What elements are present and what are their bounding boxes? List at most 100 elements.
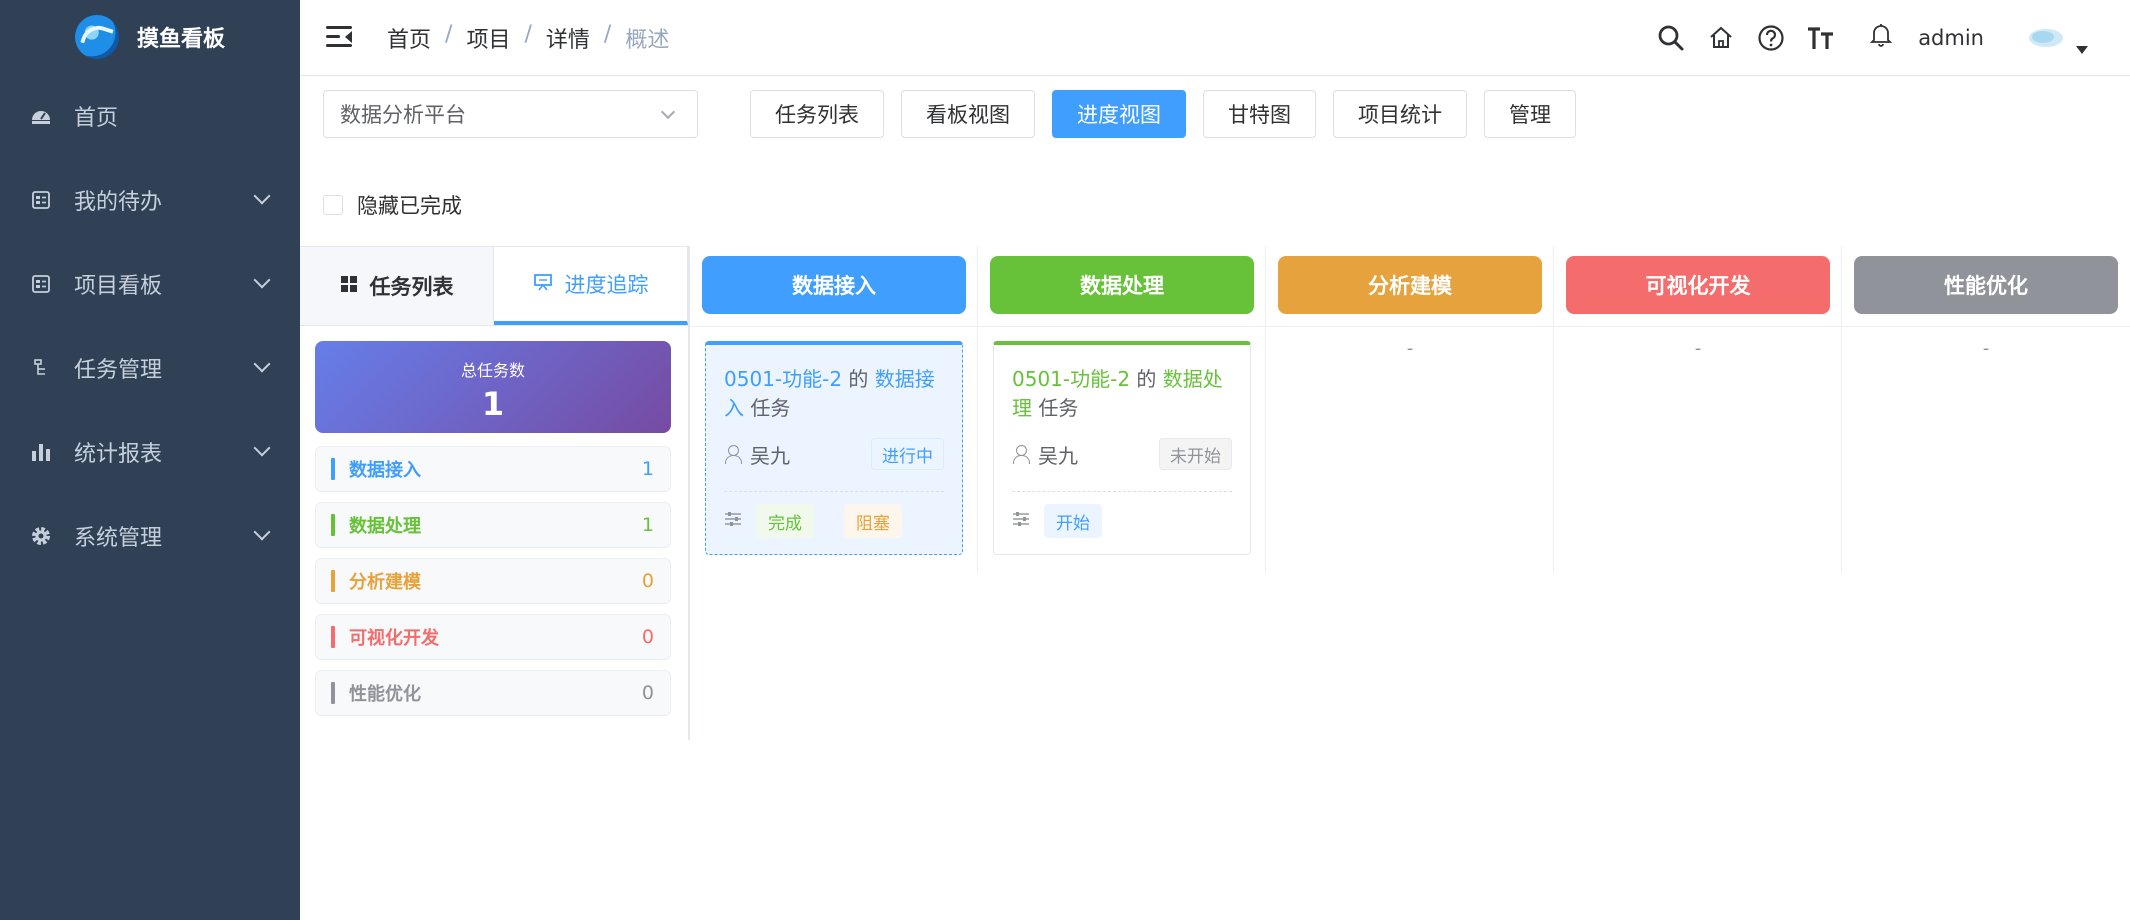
task-actions: 完成 阻塞 [724, 491, 944, 538]
task-card[interactable]: 0501-功能-2 的 数据接入 任务 吴九 进行中 完成 阻塞 [705, 341, 963, 555]
font-size-icon[interactable] [1806, 23, 1836, 53]
chevron-down-icon [660, 104, 676, 120]
bell-icon[interactable] [1866, 20, 1896, 50]
total-tasks-card: 总任务数 1 [315, 341, 671, 433]
gantt-button[interactable]: 甘特图 [1203, 90, 1316, 138]
sidebar-item-todo[interactable]: 我的待办 [0, 158, 300, 242]
project-stats-button[interactable]: 项目统计 [1333, 90, 1467, 138]
stage-count: 0 [641, 682, 654, 704]
home-icon[interactable] [1706, 23, 1736, 53]
chevron-down-icon [253, 439, 271, 457]
board-column-data-processing: 数据处理 0501-功能-2 的 数据处理 任务 吴九 未开始 开始 [978, 246, 1266, 572]
complete-button[interactable]: 完成 [756, 504, 814, 538]
stage-count: 1 [641, 514, 654, 536]
stage-row-modeling[interactable]: 分析建模 0 [315, 558, 671, 604]
stage-count: 0 [641, 570, 654, 592]
breadcrumb-home[interactable]: 首页 [387, 22, 431, 54]
board-column-data-ingest: 数据接入 0501-功能-2 的 数据接入 任务 吴九 进行中 完成 阻塞 [690, 246, 978, 572]
board-column-performance: 性能优化 - [1842, 246, 2130, 572]
progress-view-button[interactable]: 进度视图 [1052, 90, 1186, 138]
task-title: 0501-功能-2 的 数据处理 任务 [1012, 365, 1232, 423]
username[interactable]: admin [1918, 26, 1984, 50]
top-header: 首页 / 项目 / 详情 / 概述 admin [300, 0, 2130, 76]
column-header: 数据处理 [990, 256, 1254, 314]
stage-name: 数据接入 [349, 460, 421, 481]
board-icon [30, 273, 52, 295]
task-list-button[interactable]: 任务列表 [750, 90, 884, 138]
collapse-menu-icon[interactable] [326, 26, 352, 48]
stage-name: 可视化开发 [349, 628, 439, 649]
logo[interactable]: 摸鱼看板 [0, 0, 300, 74]
task-card[interactable]: 0501-功能-2 的 数据处理 任务 吴九 未开始 开始 [993, 341, 1251, 555]
help-icon[interactable] [1756, 23, 1786, 53]
stage-row-data-processing[interactable]: 数据处理 1 [315, 502, 671, 548]
task-assignee: 吴九 [1038, 443, 1078, 468]
total-tasks-value: 1 [481, 385, 505, 423]
stage-color-bar [331, 682, 335, 704]
user-icon [1012, 445, 1030, 464]
stage-color-bar [331, 458, 335, 480]
task-title: 0501-功能-2 的 数据接入 任务 [724, 365, 944, 423]
sidebar-item-reports[interactable]: 统计报表 [0, 410, 300, 494]
hide-completed-label: 隐藏已完成 [357, 194, 462, 218]
sidebar-item-label: 统计报表 [74, 442, 163, 467]
breadcrumb-separator: / [524, 22, 532, 47]
todo-icon [30, 189, 52, 211]
search-icon[interactable] [1656, 23, 1686, 53]
task-meta: 吴九 进行中 [724, 437, 944, 471]
sliders-icon[interactable] [1012, 511, 1030, 531]
stage-count: 0 [641, 626, 654, 648]
project-select-value: 数据分析平台 [340, 103, 466, 127]
board-column-modeling: 分析建模 - [1266, 246, 1554, 572]
header-actions: admin [1656, 0, 2130, 76]
tab-task-list[interactable]: 任务列表 [300, 247, 494, 325]
fish-logo-icon [74, 15, 119, 59]
stage-count: 1 [641, 458, 654, 480]
tab-label: 进度追踪 [564, 273, 649, 297]
manage-button[interactable]: 管理 [1484, 90, 1576, 138]
task-assignee: 吴九 [750, 443, 790, 468]
total-tasks-label: 总任务数 [460, 361, 525, 380]
sidebar-item-project-board[interactable]: 项目看板 [0, 242, 300, 326]
stage-color-bar [331, 626, 335, 648]
toolbar: 数据分析平台 任务列表 看板视图 进度视图 甘特图 项目统计 管理 隐藏已完成 [300, 76, 2130, 246]
tab-progress-tracking[interactable]: 进度追踪 [494, 247, 688, 325]
hide-completed-toggle[interactable]: 隐藏已完成 [323, 190, 462, 220]
view-buttons: 任务列表 看板视图 进度视图 甘特图 项目统计 管理 [750, 90, 1576, 138]
task-meta: 吴九 未开始 [1012, 437, 1232, 471]
status-badge: 进行中 [871, 438, 944, 470]
breadcrumb-project[interactable]: 项目 [466, 22, 510, 54]
breadcrumb-separator: / [445, 22, 453, 47]
sidebar-item-task-management[interactable]: 任务管理 [0, 326, 300, 410]
sidebar-item-home[interactable]: 首页 [0, 74, 300, 158]
stage-row-performance[interactable]: 性能优化 0 [315, 670, 671, 716]
breadcrumb-separator: / [603, 22, 612, 47]
sliders-icon[interactable] [724, 511, 742, 531]
stage-name: 分析建模 [349, 572, 421, 593]
board-view-button[interactable]: 看板视图 [901, 90, 1035, 138]
empty-placeholder: - [1406, 338, 1414, 359]
chevron-down-icon [253, 271, 271, 289]
breadcrumb-detail[interactable]: 详情 [546, 22, 590, 54]
block-button[interactable]: 阻塞 [844, 504, 902, 538]
empty-placeholder: - [1982, 338, 1990, 359]
tab-label: 任务列表 [369, 275, 454, 299]
task-name-link[interactable]: 0501-功能-2 [1012, 367, 1130, 391]
sidebar-item-label: 项目看板 [74, 274, 163, 299]
gear-icon [30, 525, 52, 547]
presentation-icon [533, 272, 553, 297]
sidebar-item-system[interactable]: 系统管理 [0, 494, 300, 578]
hide-completed-checkbox[interactable] [323, 195, 343, 215]
task-name-link[interactable]: 0501-功能-2 [724, 367, 842, 391]
column-divider [978, 326, 1266, 327]
start-button[interactable]: 开始 [1044, 504, 1102, 538]
caret-down-icon[interactable] [2076, 39, 2088, 58]
stage-color-bar [331, 514, 335, 536]
column-divider [690, 326, 978, 327]
status-badge: 未开始 [1159, 438, 1232, 470]
stage-row-data-ingest[interactable]: 数据接入 1 [315, 446, 671, 492]
progress-board: 数据接入 0501-功能-2 的 数据接入 任务 吴九 进行中 完成 阻塞 数据… [690, 246, 2130, 572]
stage-row-visualization[interactable]: 可视化开发 0 [315, 614, 671, 660]
avatar[interactable] [2026, 18, 2066, 58]
project-select[interactable]: 数据分析平台 [323, 90, 698, 138]
